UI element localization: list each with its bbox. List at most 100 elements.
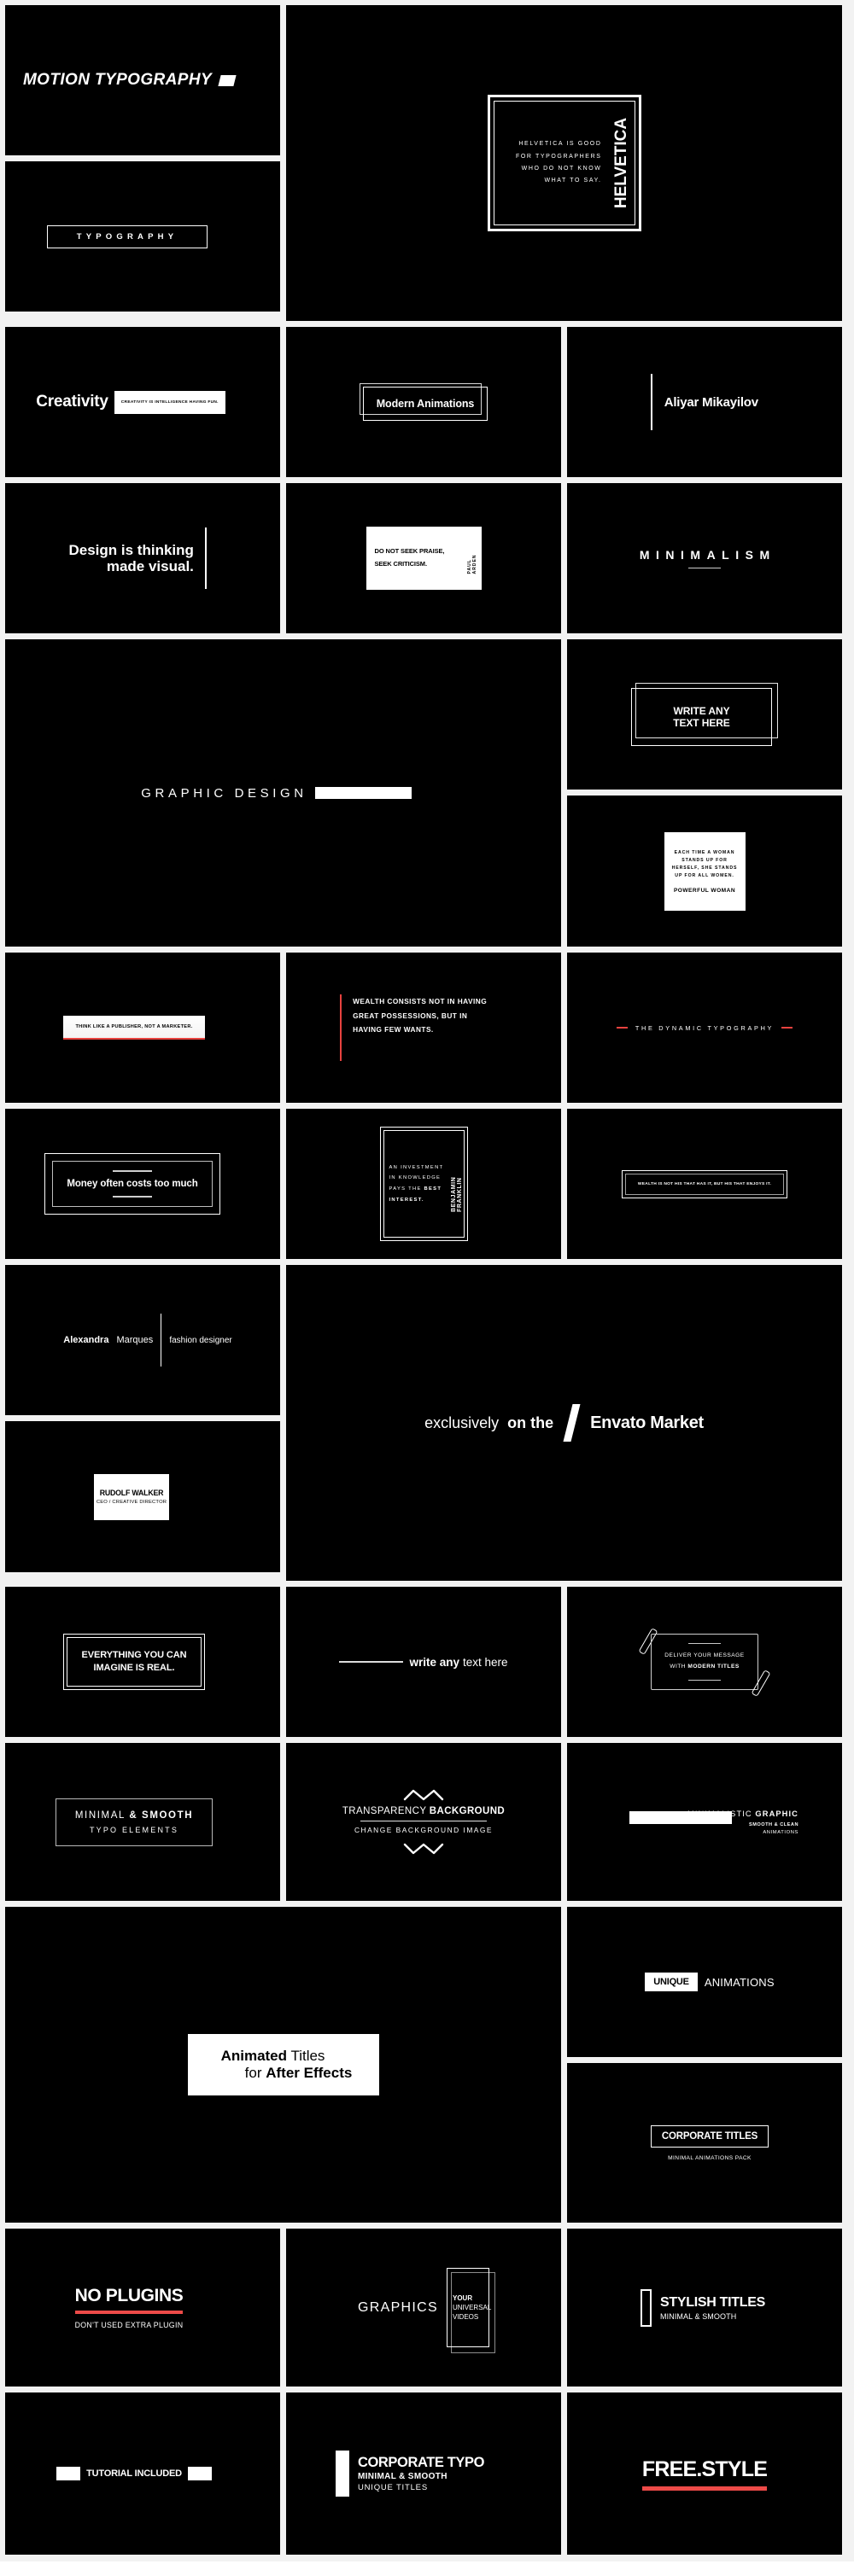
pw-quote-part1: EACH TIME A	[674, 849, 714, 855]
powerful-woman-card: EACH TIME A WOMAN STANDS UP FOR HERSELF,…	[664, 831, 746, 911]
panel-aliyar-mikayilov[interactable]: Aliyar Mikayilov	[567, 327, 842, 477]
everything-line2: IMAGINE IS REAL.	[93, 1663, 175, 1673]
panel-minimal-smooth[interactable]: MINIMAL & SMOOTH TYPO ELEMENTS	[5, 1743, 280, 1901]
graphics-inner-frame: YOUR UNIVERSAL VIDEOS	[446, 2268, 491, 2347]
panel-graphic-design[interactable]: GRAPHIC DESIGN	[5, 639, 561, 947]
panel-everything-imagine[interactable]: EVERYTHING YOU CAN IMAGINE IS REAL.	[5, 1587, 280, 1737]
wave-bottom-icon	[403, 1844, 444, 1855]
panel-stylish-titles[interactable]: STYLISH TITLES MINIMAL & SMOOTH	[567, 2229, 842, 2387]
helvetica-quote-line: FOR TYPOGRAPHERS	[515, 153, 602, 160]
powerful-woman-name: POWERFUL WOMAN	[673, 887, 736, 894]
panel-free-style[interactable]: FREE.STYLE	[567, 2392, 842, 2555]
vertical-rule-decoration	[204, 527, 207, 589]
ms-title-bold: & SMOOTH	[129, 1810, 194, 1821]
wave-top-icon	[403, 1789, 444, 1800]
panel-tutorial-included[interactable]: TUTORIAL INCLUDED	[5, 2392, 280, 2555]
money-costs-frame: Money often costs too much	[44, 1153, 220, 1215]
panel-money-costs[interactable]: Money often costs too much	[5, 1109, 280, 1259]
helvetica-quote-line: HELVETICA IS GOOD	[518, 141, 602, 148]
grid-column-left-2: Alexandra Marques fashion designer RUDOL…	[5, 1265, 280, 1581]
panel-minimalistic-graphic[interactable]: MINIMALISTIC GRAPHIC SMOOTH & CLEAN ANIM…	[567, 1743, 842, 1901]
mg-title-bold: GRAPHIC	[755, 1809, 798, 1818]
minimalistic-graphic-tagline: ANIMATIONS	[763, 1829, 798, 1835]
dynamic-typography-lockup: THE DYNAMIC TYPOGRAPHY	[616, 1023, 793, 1032]
panel-motion-typography[interactable]: MOTION TYPOGRAPHY	[5, 5, 280, 155]
paul-arden-card: DO NOT SEEK PRAISE, SEEK CRITICISM. PAUL…	[366, 527, 482, 590]
grid-row-6: Money often costs too much AN INVESTMENT…	[5, 1109, 849, 1259]
unique-animations-title: ANIMATIONS	[704, 1975, 775, 1989]
graphics-line1: YOUR	[452, 2294, 473, 2302]
free-style-title: FREE.STYLE	[641, 2457, 768, 2481]
panel-modern-animations[interactable]: Modern Animations	[286, 327, 561, 477]
panel-transparency-background[interactable]: TRANSPARENCY BACKGROUND CHANGE BACKGROUN…	[286, 1743, 561, 1901]
panel-write-any-text[interactable]: WRITE ANY TEXT HERE	[567, 639, 842, 790]
grid-column-right-2: UNIQUE ANIMATIONS CORPORATE TITLES MINIM…	[567, 1907, 842, 2223]
panel-benjamin-franklin[interactable]: AN INVESTMENT IN KNOWLEDGE PAYS THE BEST…	[286, 1109, 561, 1259]
unique-badge: UNIQUE	[645, 1973, 698, 1991]
panel-helvetica[interactable]: HELVETICA IS GOOD FOR TYPOGRAPHERS WHO D…	[286, 5, 842, 321]
grid-row-2: Creativity CREATIVITY IS INTELLIGENCE HA…	[5, 327, 849, 477]
benjamin-franklin-quote: AN INVESTMENT IN KNOWLEDGE PAYS THE BEST…	[384, 1163, 453, 1206]
panel-write-any-text-here[interactable]: write any text here	[286, 1587, 561, 1737]
minimalism-lockup: MINIMALISM	[633, 548, 775, 569]
helvetica-inner-frame: HELVETICA IS GOOD FOR TYPOGRAPHERS WHO D…	[493, 101, 635, 225]
write-any-normal: text here	[463, 1655, 508, 1669]
grid-row-9: MINIMAL & SMOOTH TYPO ELEMENTS TRANSPARE…	[5, 1743, 849, 1901]
alexandra-lockup: Alexandra Marques fashion designer	[63, 1314, 232, 1367]
dynamic-typography-title: THE DYNAMIC TYPOGRAPHY	[635, 1023, 775, 1032]
rule-top-decoration	[688, 1643, 721, 1645]
panel-design-is-thinking[interactable]: Design is thinking made visual.	[5, 483, 280, 633]
panel-think-like-publisher[interactable]: THINK LIKE A PUBLISHER, NOT A MARKETER.	[5, 953, 280, 1103]
at-l1-bold: Animated	[220, 2048, 288, 2064]
no-plugins-lockup: NO PLUGINS DON'T USED EXTRA PLUGIN	[74, 2286, 184, 2330]
deliver-line2-normal: WITH	[670, 1664, 688, 1670]
panel-deliver-message[interactable]: DELIVER YOUR MESSAGE WITH MODERN TITLES	[567, 1587, 842, 1737]
panel-envato-market[interactable]: exclusively on the Envato Market	[286, 1265, 842, 1581]
corporate-typo-tagline: UNIQUE TITLES	[357, 2483, 428, 2492]
write-any-text-lines: WRITE ANY TEXT HERE	[673, 705, 730, 729]
rule-bottom-decoration	[688, 1679, 721, 1681]
corporate-titles-lockup: CORPORATE TITLES MINIMAL ANIMATIONS PACK	[650, 2124, 769, 2161]
panel-minimalism[interactable]: MINIMALISM	[567, 483, 842, 633]
graphic-design-lockup: GRAPHIC DESIGN	[141, 786, 412, 801]
white-block-left-decoration	[56, 2467, 81, 2480]
grid-row-4: GRAPHIC DESIGN WRITE ANY TEXT HERE EACH …	[5, 639, 849, 947]
panel-corporate-titles[interactable]: CORPORATE TITLES MINIMAL ANIMATIONS PACK	[567, 2063, 842, 2223]
panel-wealth-consists[interactable]: WEALTH CONSISTS NOT IN HAVING GREAT POSS…	[286, 953, 561, 1103]
panel-dynamic-typography[interactable]: THE DYNAMIC TYPOGRAPHY	[567, 953, 842, 1103]
paul-arden-author: PAUL ARDEN	[466, 554, 477, 574]
panel-paul-arden-quote[interactable]: DO NOT SEEK PRAISE, SEEK CRITICISM. PAUL…	[286, 483, 561, 633]
panel-animated-titles[interactable]: Animated Titles for After Effects	[5, 1907, 561, 2223]
minimal-smooth-frame: MINIMAL & SMOOTH TYPO ELEMENTS	[55, 1798, 214, 1846]
transparency-subtitle: CHANGE BACKGROUND IMAGE	[354, 1826, 493, 1835]
minimalistic-graphic-lockup: MINIMALISTIC GRAPHIC SMOOTH & CLEAN ANIM…	[629, 1810, 800, 1835]
corporate-typo-text: CORPORATE TYPO MINIMAL & SMOOTH UNIQUE T…	[357, 2455, 485, 2492]
panel-graphics[interactable]: GRAPHICS YOUR UNIVERSAL VIDEOS	[286, 2229, 561, 2387]
panel-no-plugins[interactable]: NO PLUGINS DON'T USED EXTRA PLUGIN	[5, 2229, 280, 2387]
tutorial-included-lockup: TUTORIAL INCLUDED	[56, 2467, 212, 2480]
panel-wealth-enjoys[interactable]: WEALTH IS NOT HIS THAT HAS IT, BUT HIS T…	[567, 1109, 842, 1259]
panel-creativity[interactable]: Creativity CREATIVITY IS INTELLIGENCE HA…	[5, 327, 280, 477]
panel-typography-box[interactable]: TYPOGRAPHY	[5, 161, 280, 312]
modern-animations-frames: Modern Animations	[360, 383, 488, 421]
panel-corporate-typo[interactable]: CORPORATE TYPO MINIMAL & SMOOTH UNIQUE T…	[286, 2392, 561, 2555]
panel-powerful-woman[interactable]: EACH TIME A WOMAN STANDS UP FOR HERSELF,…	[567, 796, 842, 947]
mg-title-normal: MINIMALISTIC	[687, 1809, 756, 1818]
transparency-title: TRANSPARENCY BACKGROUND	[342, 1806, 505, 1816]
panel-unique-animations[interactable]: UNIQUE ANIMATIONS	[567, 1907, 842, 2057]
panel-rudolf-walker[interactable]: RUDOLF WALKER CEO / CREATIVE DIRECTOR	[5, 1421, 280, 1572]
think-like-publisher-text: THINK LIKE A PUBLISHER, NOT A MARKETER.	[63, 1015, 205, 1038]
stylish-titles-subtitle: MINIMAL & SMOOTH	[660, 2311, 737, 2321]
write-any-text-here-lockup: write any text here	[339, 1655, 508, 1669]
graphics-title: GRAPHICS	[358, 2299, 438, 2315]
wealth-line2: GREAT POSSESSIONS, BUT IN	[353, 1011, 468, 1020]
grid-column-left: MOTION TYPOGRAPHY TYPOGRAPHY	[5, 5, 280, 321]
helvetica-poster-frame: HELVETICA IS GOOD FOR TYPOGRAPHERS WHO D…	[487, 95, 641, 231]
graphics-frames: YOUR UNIVERSAL VIDEOS	[446, 2268, 495, 2353]
design-thinking-line1: Design is thinking	[68, 541, 194, 558]
envato-lockup: exclusively on the Envato Market	[424, 1404, 704, 1442]
panel-alexandra-marques[interactable]: Alexandra Marques fashion designer	[5, 1265, 280, 1415]
deliver-line2-bold: MODERN TITLES	[687, 1664, 740, 1670]
rudolf-walker-role: CEO / CREATIVE DIRECTOR	[96, 1500, 167, 1505]
no-plugins-subtitle: DON'T USED EXTRA PLUGIN	[74, 2321, 184, 2330]
